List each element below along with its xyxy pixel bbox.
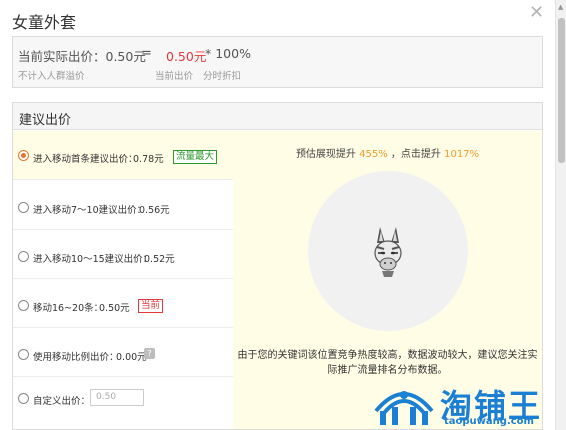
option-price: 0.52元 — [144, 254, 175, 265]
note-line-2: 际推广流量排名分布数据。 — [327, 365, 448, 376]
option-label: 进入移动7～10建议出价： — [33, 205, 147, 216]
option-price: 0.56元 — [139, 205, 170, 216]
watermark-url: taopuwang.com — [444, 416, 534, 427]
radio-top-position[interactable] — [18, 150, 29, 161]
click-lift-value: 1017% — [444, 149, 480, 160]
current-price-value: 0.50元 — [166, 49, 207, 64]
help-icon[interactable]: ? — [144, 348, 155, 359]
radio-7-10[interactable] — [18, 202, 29, 213]
suggested-bid-header: 建议出价 — [13, 103, 542, 130]
radio-10-15[interactable] — [18, 251, 29, 262]
option-label: 自定义出价： — [33, 396, 91, 407]
bid-option-7-10[interactable]: 进入移动7～10建议出价： 0.56元 — [13, 181, 233, 230]
close-icon[interactable]: ✕ — [529, 3, 544, 23]
option-label: 进入移动首条建议出价： — [33, 154, 138, 165]
scroll-up-icon[interactable]: ▲ — [558, 3, 563, 11]
equals-sign: = — [141, 46, 152, 61]
vertical-scrollbar[interactable]: ▲ — [555, 0, 566, 430]
estimate-mid: ，点击提升 — [390, 149, 441, 160]
option-label: 使用移动比例出价： — [33, 352, 119, 363]
note-current-bid: 当前出价 — [155, 71, 194, 82]
max-traffic-badge: 流量最大 — [173, 150, 218, 164]
custom-bid-input[interactable]: 0.50 — [90, 389, 144, 406]
dialog-title: 女童外套 — [12, 13, 77, 32]
option-label: 进入移动10～15建议出价： — [33, 254, 153, 265]
radio-custom[interactable] — [18, 393, 29, 404]
suggested-bid-title: 建议出价 — [19, 113, 72, 128]
radio-mobile-ratio[interactable] — [18, 349, 29, 360]
watermark-logo: 淘铺王 taopuwang.com — [370, 377, 560, 430]
time-discount-value: * 100% — [205, 46, 251, 61]
volatility-note: 由于您的关键词该位置竞争热度较高，数据波动较大，建议您关注实 际推广流量排名分布… — [233, 348, 542, 378]
option-price: 0.00元 — [116, 352, 147, 363]
signal-logo-icon — [374, 391, 434, 425]
bid-dialog: 女童外套 ✕ 当前实际出价：0.50元 = 0.50元 * 100% 不计入人群… — [0, 0, 566, 430]
current-bid-panel: 当前实际出价：0.50元 = 0.50元 * 100% 不计入人群溢价 当前出价… — [12, 36, 543, 88]
bid-option-custom[interactable]: 自定义出价： 0.50 — [13, 377, 233, 426]
current-badge: 当前 — [138, 299, 164, 313]
current-bid-label: 当前实际出价：0.50元 — [18, 49, 146, 64]
bid-option-mobile-ratio[interactable]: 使用移动比例出价： 0.00元 ? — [13, 328, 233, 377]
bid-option-16-20[interactable]: 移动16~20条： 0.50元 当前 — [13, 279, 233, 328]
impression-lift-value: 455% — [359, 149, 388, 160]
option-price: 0.50元 — [99, 303, 130, 314]
option-label: 移动16~20条： — [33, 303, 104, 314]
estimate-text: 预估展现提升 455% ，点击提升 1017% — [233, 145, 542, 160]
bid-option-top-position[interactable]: 进入移动首条建议出价： 0.78元 流量最大 — [13, 131, 233, 180]
radio-16-20[interactable] — [18, 300, 29, 311]
mascot-circle — [308, 171, 468, 331]
bid-option-10-15[interactable]: 进入移动10～15建议出价： 0.52元 — [13, 230, 233, 279]
note-line-1: 由于您的关键词该位置竞争热度较高，数据波动较大，建议您关注实 — [237, 350, 538, 361]
option-price: 0.78元 — [133, 154, 164, 165]
note-no-crowd-premium: 不计入人群溢价 — [18, 71, 85, 82]
note-time-discount: 分时折扣 — [203, 71, 242, 82]
scroll-thumb[interactable] — [558, 18, 565, 163]
zebra-mascot-icon — [374, 227, 402, 277]
estimate-prefix: 预估展现提升 — [295, 149, 356, 160]
